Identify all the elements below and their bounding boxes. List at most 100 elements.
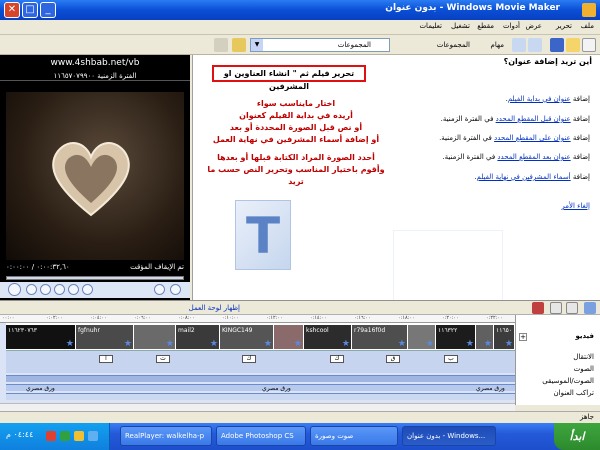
preview-status: تم الإيقاف المؤقت ٠:٠٠:٣٢,٦٠ / ٠:٠٠:٠٠: [6, 263, 184, 273]
timeline-tools-icon[interactable]: [584, 302, 596, 314]
maximize-button[interactable]: □: [22, 2, 38, 18]
start-button[interactable]: ابدأ: [554, 423, 600, 450]
snapshot-icon[interactable]: [170, 284, 181, 295]
music-bar[interactable]: ورق مصري ورق مصري ورق مصري: [6, 384, 515, 392]
narrate-icon[interactable]: [532, 302, 544, 314]
network-icon[interactable]: [88, 431, 98, 441]
transition-marker[interactable]: ك: [242, 355, 256, 363]
save-icon[interactable]: [550, 38, 564, 52]
video-clip[interactable]: ★: [134, 325, 176, 349]
video-clip[interactable]: ١١٦٥٠ ★: [494, 325, 515, 349]
audio-bar[interactable]: [6, 375, 515, 382]
zoom-in-icon[interactable]: [550, 302, 562, 314]
menu-tools[interactable]: أدوات: [503, 22, 520, 30]
show-storyboard-link[interactable]: إظهار لوحة العمل: [189, 304, 240, 312]
transition-marker[interactable]: ك: [330, 355, 344, 363]
chevron-down-icon[interactable]: ▼: [251, 39, 263, 51]
video-clip[interactable]: KINGC149 ★: [220, 325, 274, 349]
annotation-line: أحدد الصورة المراد الكتابة قبلها أو بعده…: [217, 153, 375, 162]
title-watermark-icon: T: [235, 200, 291, 270]
split-icon[interactable]: [154, 284, 165, 295]
taskbar: ٠٤:٤٤ م RealPlayer: walkelha-p Adobe Pho…: [0, 423, 600, 450]
video-clip[interactable]: kshcool ★: [304, 325, 352, 349]
previous-frame-icon[interactable]: [54, 284, 65, 295]
tray-icon[interactable]: [46, 431, 56, 441]
forward-icon[interactable]: [214, 38, 228, 52]
track-label-title-overlay: تراكب العنوان: [553, 389, 594, 397]
stop-icon[interactable]: [26, 284, 37, 295]
taskbar-item-realplayer[interactable]: RealPlayer: walkelha-p: [120, 426, 212, 446]
menu-edit[interactable]: تحرير: [556, 22, 572, 30]
seek-bar[interactable]: [6, 276, 184, 280]
tasks-button[interactable]: مهام: [491, 38, 504, 52]
status-bar: جاهز: [0, 411, 600, 423]
folder-up-icon[interactable]: [232, 38, 246, 52]
forward-icon[interactable]: [82, 284, 93, 295]
menu-view[interactable]: عرض: [525, 22, 542, 30]
transition-marker[interactable]: ا: [99, 355, 113, 363]
taskbar-item-movie-maker[interactable]: بدون عنوان - Windows...: [402, 426, 496, 446]
ruler-tick: ٠:٠٨:٠٠: [178, 315, 195, 321]
tray-icon[interactable]: [60, 431, 70, 441]
volume-icon[interactable]: [74, 431, 84, 441]
annotation-line: اختار مايناسب سواء: [256, 99, 336, 108]
cancel-link[interactable]: إلغاء الأمر: [561, 202, 590, 210]
task-title: أين تريد إضافة عنوان؟: [503, 57, 592, 66]
ruler-tick: ٠٠:٠٠: [2, 315, 15, 321]
transition-marker[interactable]: ب: [444, 355, 458, 363]
video-clip[interactable]: r79a16f0d ★: [352, 325, 408, 349]
instruction-callout: تحرير فيلم ثم " انشاء العناوين او المشرف…: [212, 65, 366, 91]
redo-icon[interactable]: [512, 38, 526, 52]
video-clip[interactable]: mail2 ★: [176, 325, 220, 349]
effect-star-icon: ★: [263, 339, 272, 349]
transition-marker[interactable]: ت: [156, 355, 170, 363]
collections-combo[interactable]: ▼ المجموعات: [250, 38, 390, 52]
ruler-tick: ٠:١٤:٠٠: [310, 315, 327, 321]
title-option-credits[interactable]: إضافة أسماء المشرفين في نهاية الفيلم.: [474, 173, 590, 181]
menu-file[interactable]: ملف: [581, 22, 594, 30]
annotation-line: أو نص قبل الصورة المحددة أو بعد: [229, 123, 363, 132]
undo-icon[interactable]: [528, 38, 542, 52]
track-label-video: فيديو: [575, 332, 594, 340]
taskbar-item-photoshop[interactable]: Adobe Photoshop CS: [216, 426, 306, 446]
minimize-button[interactable]: _: [40, 2, 56, 18]
menu-help[interactable]: تعليمات: [419, 22, 442, 30]
collections-button[interactable]: المجموعات: [437, 38, 470, 52]
horizontal-scrollbar[interactable]: [0, 403, 515, 411]
effect-star-icon: ★: [123, 339, 132, 349]
menu-play[interactable]: تشغيل: [451, 22, 470, 30]
window-title: بدون عنوان - Windows Movie Maker: [385, 3, 560, 13]
title-option-before[interactable]: إضافة عنوان قبل المقطع المحدد في الفترة …: [441, 115, 590, 123]
effect-star-icon: ★: [483, 339, 492, 349]
heart-image: [52, 142, 130, 217]
rewind-icon[interactable]: [40, 284, 51, 295]
zoom-out-icon[interactable]: [566, 302, 578, 314]
next-frame-icon[interactable]: [68, 284, 79, 295]
video-clip[interactable]: ١١٦٣٢٢ ★: [436, 325, 476, 349]
menu-clip[interactable]: مقطع: [477, 22, 494, 30]
audio-track: ورق مصري ورق مصري ورق مصري: [6, 373, 515, 403]
transition-marker[interactable]: ق: [386, 355, 400, 363]
effect-star-icon: ★: [465, 339, 474, 349]
instruction-annotations: اختار مايناسب سواء أريده في بداية الفيلم…: [206, 98, 386, 188]
open-icon[interactable]: [566, 38, 580, 52]
video-clip[interactable]: fgfnuhr ★: [76, 325, 134, 349]
video-clip[interactable]: ★: [476, 325, 494, 349]
title-option-start[interactable]: إضافة عنوان في بداية الفيلم.: [506, 95, 590, 103]
taskbar-item-audio-video[interactable]: صوت وصورة: [310, 426, 398, 446]
track-labels: + فيديو الانتقال الصوت الصوت/الموسيقى تر…: [515, 315, 600, 405]
title-option-on[interactable]: إضافة عنوان على المقطع المحدد في الفترة …: [439, 134, 590, 142]
play-icon[interactable]: [8, 283, 21, 296]
close-button[interactable]: ✕: [4, 2, 20, 18]
app-icon: [582, 3, 596, 17]
new-icon[interactable]: [582, 38, 596, 52]
video-clip[interactable]: ★: [408, 325, 436, 349]
title-option-after[interactable]: إضافة عنوان بعد المقطع المحدد في الفترة …: [442, 153, 590, 161]
track-label-audio: الصوت: [573, 365, 594, 373]
site-url: www.4shbab.net/vb: [50, 58, 140, 68]
video-clip[interactable]: ١١٦٢٣٠٧٦٣ ★: [6, 325, 76, 349]
video-clip[interactable]: ★: [274, 325, 304, 349]
ruler-tick: ٠:٢٢:٠٠: [486, 315, 503, 321]
expand-video-icon[interactable]: +: [519, 333, 527, 341]
title-overlay-bar[interactable]: [6, 393, 515, 400]
